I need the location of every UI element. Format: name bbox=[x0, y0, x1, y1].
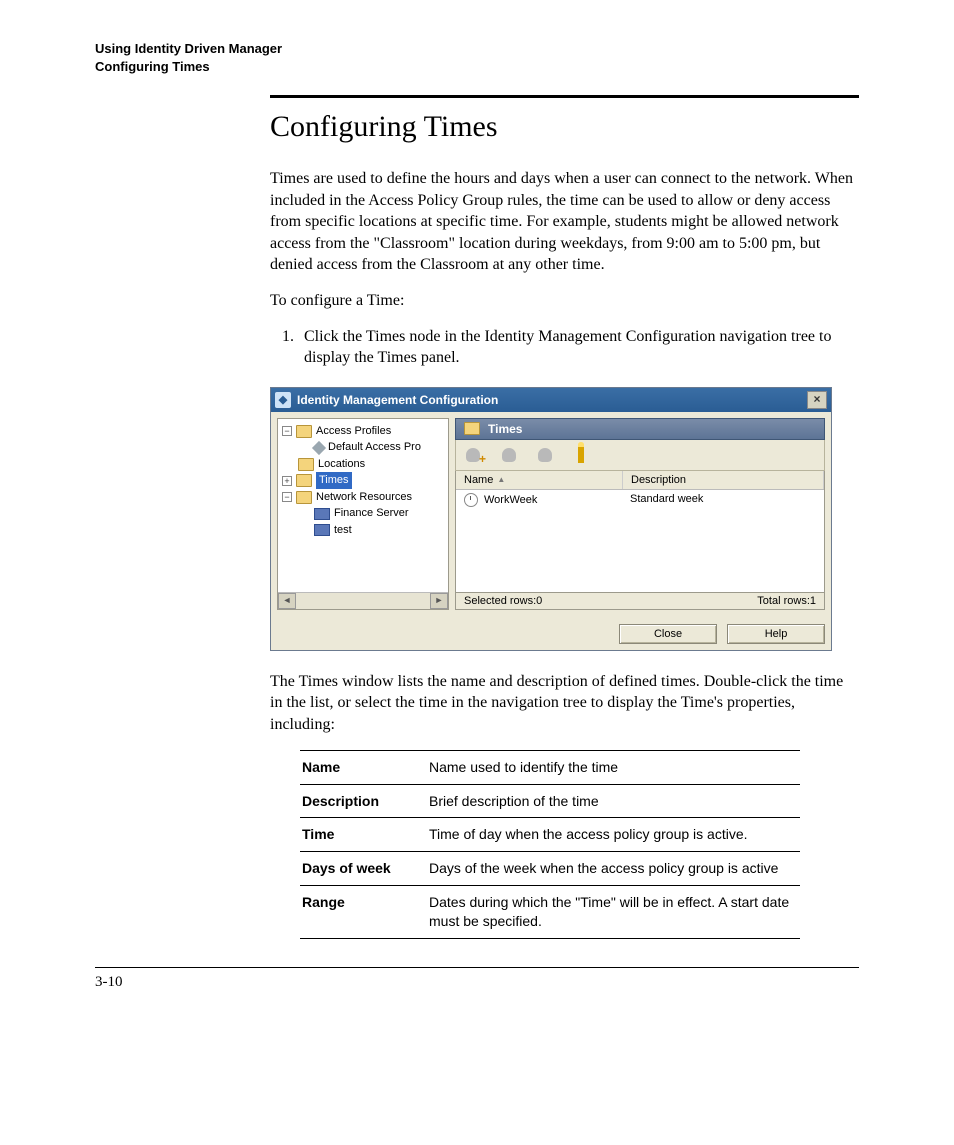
running-header: Using Identity Driven Manager Configurin… bbox=[95, 40, 859, 75]
screenshot-window: ◆ Identity Management Configuration × − A… bbox=[270, 387, 832, 651]
table-row: Time Time of day when the access policy … bbox=[300, 818, 800, 852]
clock-icon bbox=[464, 493, 478, 507]
collapse-icon[interactable]: − bbox=[282, 492, 292, 502]
times-grid[interactable]: Name▲ Description WorkWeek Standard week bbox=[455, 471, 825, 593]
running-header-line1: Using Identity Driven Manager bbox=[95, 40, 859, 58]
step-list: Click the Times node in the Identity Man… bbox=[270, 326, 859, 369]
horizontal-scrollbar[interactable]: ◄ ► bbox=[278, 592, 448, 609]
status-bar: Selected rows:0 Total rows:1 bbox=[455, 593, 825, 610]
intro-paragraph: Times are used to define the hours and d… bbox=[270, 168, 859, 276]
table-row[interactable]: WorkWeek Standard week bbox=[456, 490, 824, 510]
tree-locations[interactable]: Locations bbox=[318, 456, 365, 473]
table-row: Description Brief description of the tim… bbox=[300, 784, 800, 818]
after-screenshot-paragraph: The Times window lists the name and desc… bbox=[270, 671, 859, 736]
users-icon[interactable] bbox=[498, 444, 520, 466]
folder-icon bbox=[464, 422, 480, 435]
folder-icon bbox=[296, 491, 312, 504]
close-button[interactable]: Close bbox=[619, 624, 717, 644]
prop-label: Days of week bbox=[300, 852, 427, 886]
close-button[interactable]: × bbox=[807, 391, 827, 409]
page-number: 3-10 bbox=[95, 974, 859, 991]
sort-asc-icon: ▲ bbox=[497, 475, 505, 484]
lead-in-text: To configure a Time: bbox=[270, 290, 859, 312]
cell-description: Standard week bbox=[622, 490, 824, 510]
navigation-tree[interactable]: − Access Profiles Default Access Pro Loca… bbox=[277, 418, 449, 610]
tree-network-resources[interactable]: Network Resources bbox=[316, 489, 412, 506]
folder-icon bbox=[298, 458, 314, 471]
prop-label: Range bbox=[300, 886, 427, 939]
add-user-icon[interactable] bbox=[462, 444, 484, 466]
scroll-right-icon[interactable]: ► bbox=[430, 593, 448, 609]
folder-icon bbox=[296, 425, 312, 438]
table-row: Range Dates during which the "Time" will… bbox=[300, 886, 800, 939]
prop-desc: Time of day when the access policy group… bbox=[427, 818, 800, 852]
collapse-icon[interactable]: − bbox=[282, 426, 292, 436]
tree-default-access[interactable]: Default Access Pro bbox=[328, 439, 421, 456]
status-selected: Selected rows:0 bbox=[464, 595, 542, 607]
user-icon[interactable] bbox=[534, 444, 556, 466]
expand-icon[interactable]: + bbox=[282, 476, 292, 486]
page-title: Configuring Times bbox=[270, 110, 859, 144]
window-title: Identity Management Configuration bbox=[297, 393, 498, 407]
panel-title: Times bbox=[488, 422, 522, 436]
server-icon bbox=[314, 508, 330, 520]
title-bar: ◆ Identity Management Configuration × bbox=[271, 388, 831, 412]
help-button[interactable]: Help bbox=[727, 624, 825, 644]
prop-label: Time bbox=[300, 818, 427, 852]
table-row: Days of week Days of the week when the a… bbox=[300, 852, 800, 886]
properties-table: Name Name used to identify the time Desc… bbox=[300, 750, 800, 939]
tree-test[interactable]: test bbox=[334, 522, 352, 539]
tree-access-profiles[interactable]: Access Profiles bbox=[316, 423, 391, 440]
footer-rule bbox=[95, 967, 859, 968]
column-header-description[interactable]: Description bbox=[623, 471, 824, 489]
column-header-name[interactable]: Name▲ bbox=[456, 471, 623, 489]
profile-icon bbox=[312, 441, 326, 455]
prop-desc: Name used to identify the time bbox=[427, 750, 800, 784]
tree-finance-server[interactable]: Finance Server bbox=[334, 505, 409, 522]
table-row: Name Name used to identify the time bbox=[300, 750, 800, 784]
prop-desc: Days of the week when the access policy … bbox=[427, 852, 800, 886]
toolbar bbox=[455, 440, 825, 471]
running-header-line2: Configuring Times bbox=[95, 58, 859, 76]
prop-label: Name bbox=[300, 750, 427, 784]
step-1: Click the Times node in the Identity Man… bbox=[298, 326, 859, 369]
tree-times-selected[interactable]: Times bbox=[316, 472, 352, 489]
scroll-left-icon[interactable]: ◄ bbox=[278, 593, 296, 609]
server-icon bbox=[314, 524, 330, 536]
prop-desc: Dates during which the "Time" will be in… bbox=[427, 886, 800, 939]
panel-header: Times bbox=[455, 418, 825, 440]
prop-label: Description bbox=[300, 784, 427, 818]
cell-name: WorkWeek bbox=[484, 494, 537, 506]
folder-icon bbox=[296, 474, 312, 487]
status-total: Total rows:1 bbox=[757, 595, 816, 607]
prop-desc: Brief description of the time bbox=[427, 784, 800, 818]
candle-icon[interactable] bbox=[570, 444, 592, 466]
app-icon: ◆ bbox=[275, 392, 291, 408]
